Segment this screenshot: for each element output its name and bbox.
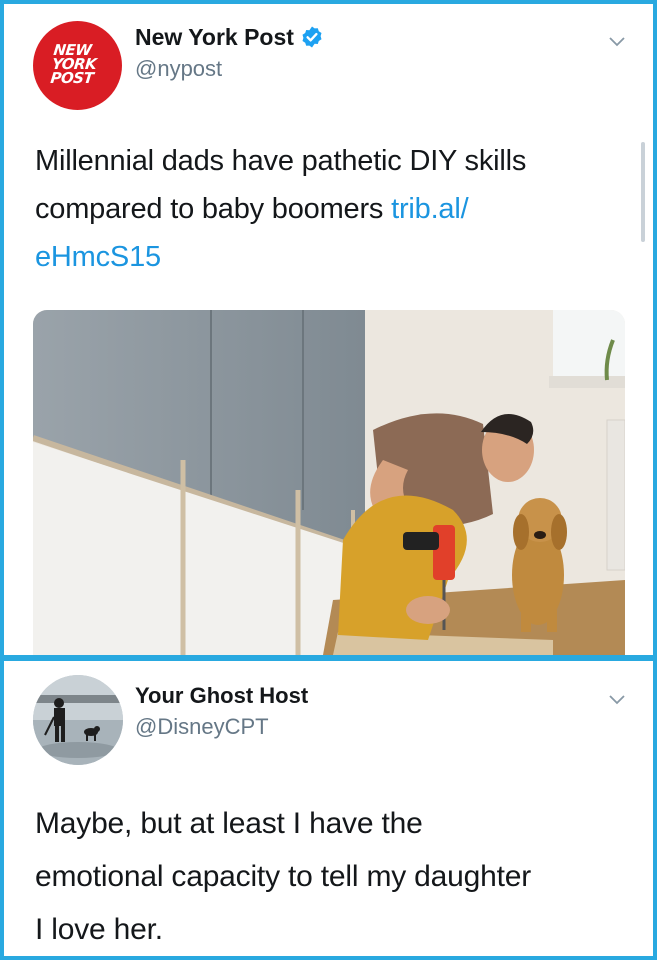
display-name-text: New York Post [135, 24, 294, 50]
tweet-text-line: eHmcS15 [35, 233, 526, 281]
tweet-media-photo[interactable] [33, 310, 625, 655]
handle[interactable]: @DisneyCPT [135, 714, 269, 740]
tweet-link-continued[interactable]: eHmcS15 [35, 241, 161, 273]
display-name[interactable]: Your Ghost Host [135, 683, 308, 709]
tweet-text-line: compared to baby boomers trib.al/ [35, 193, 469, 225]
tweet-card-disneycpt[interactable]: Your Ghost Host @DisneyCPT Maybe, but at… [4, 661, 653, 956]
tweet-link[interactable]: trib.al/ [391, 193, 469, 225]
photo-man-drilling-with-dog [33, 310, 625, 655]
tweet-text-line: Millennial dads have pathetic DIY skills [35, 145, 527, 177]
disneycpt-avatar[interactable] [33, 675, 123, 765]
tweet-text-line: emotional capacity to tell my daughter [35, 860, 531, 893]
verified-badge-icon [302, 26, 322, 48]
nypost-avatar[interactable]: NEW YORK POST [33, 21, 122, 110]
scrollbar[interactable] [641, 142, 645, 242]
person-walking-dog-photo-icon [33, 675, 123, 765]
new-york-post-logo-icon: NEW YORK POST [49, 40, 98, 87]
tweet-text: Maybe, but at least I have the emotional… [35, 797, 531, 956]
chevron-down-icon[interactable] [608, 694, 626, 706]
tweet-text: Millennial dads have pathetic DIY skills… [35, 137, 526, 281]
handle[interactable]: @nypost [135, 56, 222, 82]
display-name[interactable]: New York Post [135, 24, 324, 51]
chevron-down-icon[interactable] [608, 36, 626, 48]
tweet-card-nypost[interactable]: NEW YORK POST New York Post @nypost Mill… [4, 4, 653, 655]
tweet-text-line: I love her. [35, 913, 163, 946]
tweet-text-line: Maybe, but at least I have the [35, 807, 423, 840]
